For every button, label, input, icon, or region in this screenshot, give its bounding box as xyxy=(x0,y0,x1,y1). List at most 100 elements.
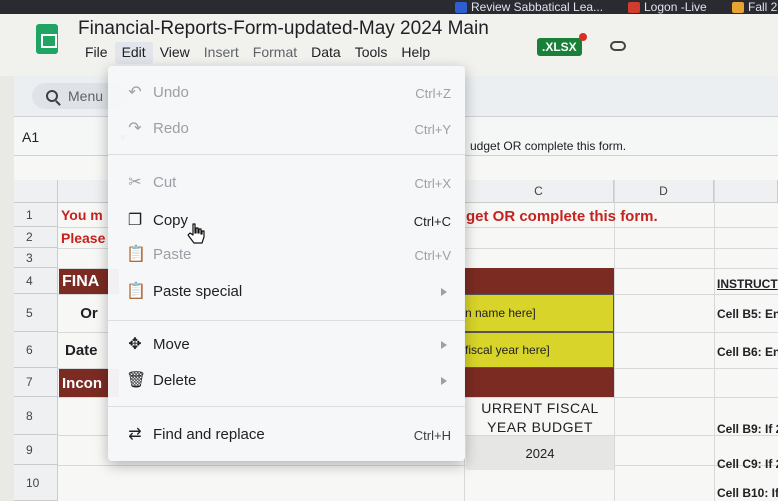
bookmark-fall[interactable]: Fall 2 xyxy=(732,0,777,14)
edit-menu-dropdown: ↶ Undo Ctrl+Z ↷ Redo Ctrl+Y ✂ Cut Ctrl+X… xyxy=(108,66,465,461)
menu-item-label: Redo xyxy=(153,120,189,137)
bookmark-logon-live[interactable]: Logon -Live xyxy=(628,0,707,14)
cell-c6[interactable]: fiscal year here] xyxy=(464,332,614,368)
select-all-corner[interactable] xyxy=(14,180,58,203)
find-replace-icon: ⇄ xyxy=(128,426,142,443)
menu-bar: File Edit View Insert Format Data Tools … xyxy=(78,42,437,64)
menu-help[interactable]: Help xyxy=(394,42,437,64)
bookmark-icon xyxy=(628,1,640,13)
paste-special-icon: 📋 xyxy=(126,283,146,300)
submenu-arrow-icon xyxy=(441,288,447,296)
menu-item-paste[interactable]: 📋 Paste Ctrl+V xyxy=(108,238,465,272)
cell-c5[interactable]: n name here] xyxy=(464,294,614,332)
row-header[interactable]: 5 xyxy=(14,294,58,332)
name-box[interactable]: A1 xyxy=(22,129,39,145)
badge-indicator xyxy=(579,33,587,41)
menu-separator xyxy=(108,406,465,407)
menu-item-label: Find and replace xyxy=(153,426,265,443)
menu-item-undo[interactable]: ↶ Undo Ctrl+Z xyxy=(108,76,465,110)
menu-view[interactable]: View xyxy=(153,42,197,64)
row-header[interactable]: 10 xyxy=(14,465,58,501)
menu-item-label: Cut xyxy=(153,174,177,191)
cell-c8[interactable]: URRENT FISCAL xyxy=(466,399,614,417)
cloud-status-icon[interactable] xyxy=(610,41,626,51)
menu-item-shortcut: Ctrl+X xyxy=(414,176,451,191)
undo-icon: ↶ xyxy=(128,84,142,101)
row-header[interactable]: 2 xyxy=(14,227,58,248)
bookmarks-bar: Review Sabbatical Lea... Logon -Live Fal… xyxy=(0,0,778,14)
menu-item-shortcut: Ctrl+V xyxy=(414,248,451,263)
menu-format[interactable]: Format xyxy=(246,42,304,64)
cell-e6[interactable]: Cell B6: En xyxy=(715,342,778,362)
menu-separator xyxy=(108,154,465,155)
row-header[interactable]: 1 xyxy=(14,203,58,227)
menu-file[interactable]: File xyxy=(78,42,115,64)
menu-item-shortcut: Ctrl+H xyxy=(413,428,451,443)
menu-item-label: Move xyxy=(153,336,190,353)
sheets-logo-icon[interactable] xyxy=(36,24,58,54)
menu-item-delete[interactable]: 🗑 Delete xyxy=(108,364,465,398)
menu-item-redo[interactable]: ↷ Redo Ctrl+Y xyxy=(108,112,465,146)
row-header[interactable]: 3 xyxy=(14,248,58,268)
cell-e11[interactable]: Cell B10: If xyxy=(715,484,778,501)
menu-item-paste-special[interactable]: 📋 Paste special xyxy=(108,275,465,309)
column-header-d[interactable]: D xyxy=(614,180,714,203)
menu-insert[interactable]: Insert xyxy=(197,42,246,64)
cell-c9-header[interactable]: YEAR BUDGET xyxy=(466,418,614,436)
copy-icon: ❐ xyxy=(127,212,143,229)
column-header-c[interactable]: C xyxy=(464,180,614,203)
menu-item-label: Delete xyxy=(153,372,197,389)
hand-cursor-icon xyxy=(187,223,205,244)
menu-item-label: Paste special xyxy=(153,283,243,300)
bookmark-label: Review Sabbatical Lea... xyxy=(471,0,604,14)
menu-item-label: Paste xyxy=(153,246,192,263)
move-icon: ✥ xyxy=(128,336,142,353)
menu-item-copy[interactable]: ❐ Copy Ctrl+C xyxy=(108,204,465,238)
cell-e4[interactable]: INSTRUCT xyxy=(715,274,778,294)
cell-e9[interactable]: Cell B9: If 2 xyxy=(715,419,778,439)
file-type-badge: .XLSX xyxy=(537,38,582,56)
document-title[interactable]: Financial-Reports-Form-updated-May 2024 … xyxy=(78,18,489,40)
menu-item-cut[interactable]: ✂ Cut Ctrl+X xyxy=(108,166,465,200)
menu-item-label: Copy xyxy=(153,212,189,229)
submenu-arrow-icon xyxy=(441,377,447,385)
delete-icon: 🗑 xyxy=(126,372,147,389)
menu-item-shortcut: Ctrl+Y xyxy=(414,122,451,137)
bookmark-icon xyxy=(732,1,744,13)
row-header[interactable]: 6 xyxy=(14,332,58,368)
cell-c4[interactable] xyxy=(464,268,614,294)
bookmark-label: Logon -Live xyxy=(644,0,707,14)
cell-e5[interactable]: Cell B5: En xyxy=(715,304,778,324)
row-header[interactable]: 8 xyxy=(14,397,58,435)
formula-content[interactable]: udget OR complete this form. xyxy=(470,139,626,153)
paste-icon: 📋 xyxy=(126,246,146,263)
cell-e10[interactable]: Cell C9: If 2 xyxy=(715,454,778,474)
row-header[interactable]: 9 xyxy=(14,435,58,465)
menu-item-shortcut: Ctrl+C xyxy=(413,214,451,229)
row-header[interactable]: 7 xyxy=(14,368,58,397)
redo-icon: ↷ xyxy=(128,120,142,137)
menu-search-label: Menu xyxy=(68,88,104,104)
menu-data[interactable]: Data xyxy=(304,42,348,64)
cell-c7[interactable] xyxy=(464,368,614,397)
cell-c2[interactable]: get OR complete this form. xyxy=(466,206,756,226)
menu-edit[interactable]: Edit xyxy=(114,42,153,64)
row-header[interactable]: 4 xyxy=(14,268,58,294)
bookmark-review-sabbatical[interactable]: Review Sabbatical Lea... xyxy=(455,0,603,14)
column-header-e[interactable] xyxy=(714,180,778,203)
menu-item-find-replace[interactable]: ⇄ Find and replace Ctrl+H xyxy=(108,418,465,452)
submenu-arrow-icon xyxy=(441,341,447,349)
menu-item-move[interactable]: ✥ Move xyxy=(108,328,465,362)
menu-tools[interactable]: Tools xyxy=(348,42,395,64)
menu-separator xyxy=(108,320,465,321)
gridline xyxy=(614,180,615,501)
search-icon xyxy=(46,90,58,102)
gridline xyxy=(58,465,778,466)
bookmark-icon xyxy=(455,1,467,13)
menu-item-label: Undo xyxy=(153,84,189,101)
bookmark-label: Fall 2 xyxy=(748,0,778,14)
cut-icon: ✂ xyxy=(128,174,142,191)
cell-c9[interactable]: 2024 xyxy=(466,436,614,470)
menu-item-shortcut: Ctrl+Z xyxy=(415,86,451,101)
gridline xyxy=(714,180,715,501)
